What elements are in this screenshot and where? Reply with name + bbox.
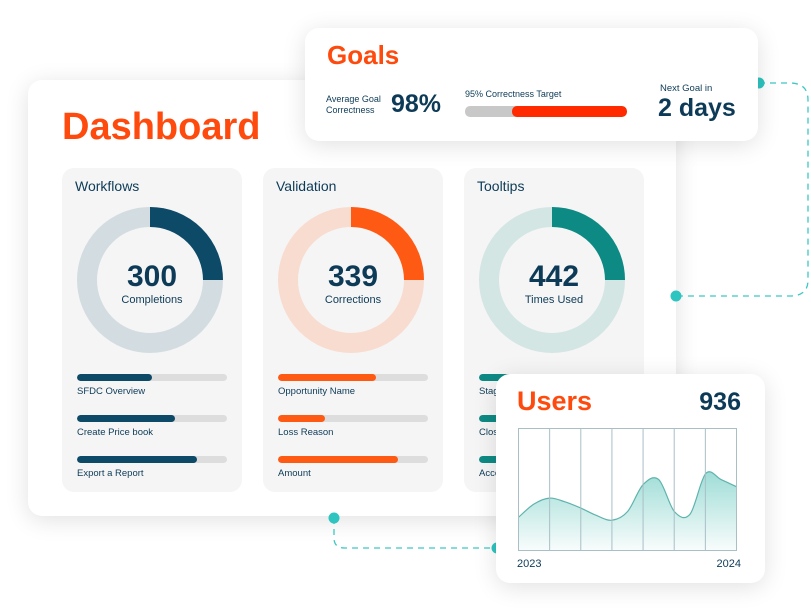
next-goal-value: 2 days [658, 94, 736, 122]
target-progress-fill [511, 106, 627, 117]
goals-title: Goals [327, 40, 400, 70]
users-count: 936 [699, 388, 741, 416]
x-label-end: 2024 [716, 558, 741, 570]
users-chart [518, 428, 738, 551]
x-label-start: 2023 [517, 558, 542, 570]
target-progress-bar [465, 106, 627, 117]
users-card: Users 936 2023 2024 [496, 374, 765, 583]
goals-card: Goals Average Goal Correctness 98% 95% C… [305, 28, 758, 141]
next-goal-label: Next Goal in [660, 83, 713, 94]
avg-goal-value: 98% [391, 90, 442, 118]
target-label: 95% Correctness Target [465, 89, 562, 99]
avg-goal-label: Average Goal Correctness [326, 94, 381, 115]
users-title: Users [517, 386, 593, 416]
